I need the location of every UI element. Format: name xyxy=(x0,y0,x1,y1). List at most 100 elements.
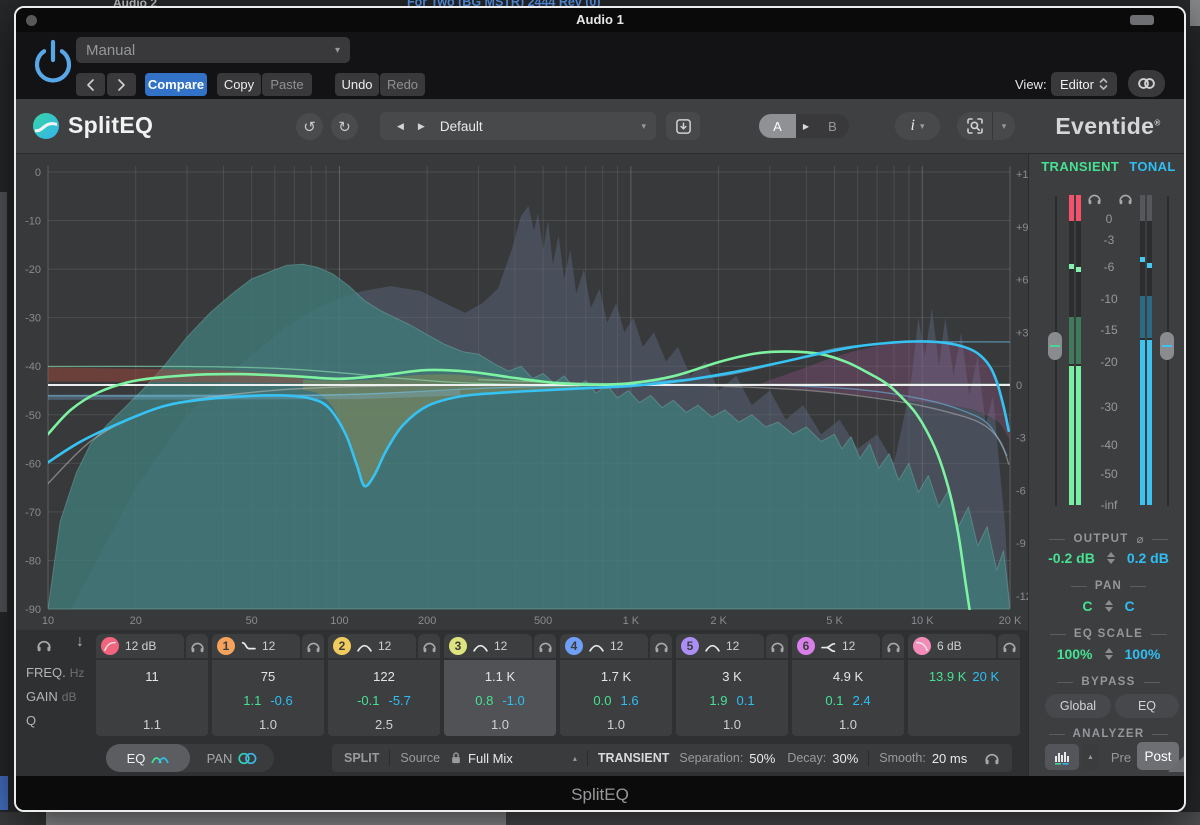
band-listen-button[interactable] xyxy=(882,634,904,658)
band-q-value[interactable]: 1.0 xyxy=(259,717,277,732)
band-freq-cell[interactable]: 3 K xyxy=(676,669,788,684)
band-slope-value[interactable]: 12 xyxy=(378,639,391,653)
band-freq-cell[interactable]: 13.9 K20 K xyxy=(908,669,1020,684)
band-column[interactable]: 1.1 K 0.8-1.0 1.0 xyxy=(444,660,556,736)
band-gain-transient[interactable]: -0.1 xyxy=(357,693,379,708)
pan-stepper[interactable] xyxy=(1105,600,1113,612)
power-icon[interactable] xyxy=(30,38,76,88)
save-preset-button[interactable] xyxy=(666,112,700,140)
band-slope-value[interactable]: 6 dB xyxy=(937,639,962,653)
undo-icon-button[interactable]: ↺ xyxy=(296,113,323,140)
zoom-frame-icon[interactable] xyxy=(957,112,993,140)
band-listen-button[interactable] xyxy=(186,634,208,658)
band-handle[interactable] xyxy=(101,637,119,655)
lock-icon[interactable] xyxy=(450,751,462,765)
band-pill[interactable]: 12 dB xyxy=(96,634,184,658)
global-listen-headphone-icon[interactable] xyxy=(36,638,52,652)
eq-graph[interactable]: 0-10-20-30-40-50-60-70-80-90+12+9+6+30-3… xyxy=(16,154,1028,630)
band-gain-cell[interactable]: 0.1 2.4 xyxy=(792,693,904,708)
ab-a-button[interactable]: A xyxy=(759,114,796,138)
output-tonal-value[interactable]: 0.2 dB xyxy=(1127,550,1169,566)
band-freq-value[interactable]: 75 xyxy=(261,669,275,684)
window-zoom-button[interactable]: ▾ xyxy=(957,112,1015,140)
band-slope-value[interactable]: 12 xyxy=(262,639,275,653)
band-slope-value[interactable]: 12 dB xyxy=(125,639,156,653)
band-gain-transient[interactable]: 0.8 xyxy=(475,693,493,708)
band-slope-value[interactable]: 12 xyxy=(610,639,623,653)
band-gain-cell[interactable] xyxy=(908,693,1020,708)
tonal-gain-slider-thumb[interactable] xyxy=(1160,332,1174,360)
band-pill[interactable]: 5 12 xyxy=(676,634,764,658)
band-gain-tonal[interactable]: -0.6 xyxy=(270,693,292,708)
band-freq-value[interactable]: 122 xyxy=(373,669,395,684)
analyzer-display-button[interactable] xyxy=(1045,744,1079,770)
band-gain-cell[interactable]: 1.9 0.1 xyxy=(676,693,788,708)
band-column[interactable]: 75 1.1 -0.6 1.0 xyxy=(212,660,324,736)
band-gain-tonal[interactable]: 2.4 xyxy=(853,693,871,708)
band-freq-value[interactable]: 4.9 K xyxy=(833,669,863,684)
band-q-value[interactable]: 1.0 xyxy=(723,717,741,732)
band-column[interactable]: 3 K 1.9 0.1 1.0 xyxy=(676,660,788,736)
band-gain-transient[interactable]: 1.1 xyxy=(243,693,261,708)
band-gain-tonal[interactable]: 0.1 xyxy=(737,693,755,708)
pan-view-tab[interactable]: PAN xyxy=(190,744,274,772)
band-handle[interactable]: 1 xyxy=(217,637,235,655)
ab-copy-arrow-button[interactable]: ▶ xyxy=(796,114,816,138)
eq-view-tab[interactable]: EQ xyxy=(106,744,190,772)
band-gain-transient[interactable]: 0.1 xyxy=(825,693,843,708)
info-button[interactable]: i ▾ xyxy=(895,112,940,140)
band-freq-value[interactable]: 11 xyxy=(145,669,159,684)
band-slope-value[interactable]: 12 xyxy=(494,639,507,653)
band-freq-transient[interactable]: 13.9 K xyxy=(929,669,967,684)
band-slope-value[interactable]: 12 xyxy=(842,639,855,653)
band-freq-cell[interactable]: 1.1 K xyxy=(444,669,556,684)
band-freq-cell[interactable]: 1.7 K xyxy=(560,669,672,684)
smooth-value[interactable]: 20 ms xyxy=(932,751,967,766)
band-q-cell[interactable]: 2.5 xyxy=(328,717,440,732)
resize-handle[interactable] xyxy=(1168,756,1184,772)
band-handle[interactable]: 6 xyxy=(797,637,815,655)
band-pill[interactable]: 1 12 xyxy=(212,634,300,658)
band-q-value[interactable]: 1.0 xyxy=(491,717,509,732)
window-titlebar[interactable]: Audio 1 xyxy=(16,8,1184,32)
band-handle[interactable]: 3 xyxy=(449,637,467,655)
preset-dropdown-icon[interactable]: ▾ xyxy=(641,121,646,132)
eq-scale-stepper[interactable] xyxy=(1105,648,1113,660)
band-q-value[interactable]: 1.1 xyxy=(143,717,161,732)
band-gain-transient[interactable]: 1.9 xyxy=(709,693,727,708)
analyzer-up-button[interactable]: ▲ xyxy=(1082,744,1099,770)
window-widget[interactable] xyxy=(1130,15,1154,25)
preset-prev-icon[interactable]: ◀ xyxy=(390,121,411,132)
band-q-value[interactable]: 2.5 xyxy=(375,717,393,732)
band-gain-cell[interactable]: -0.1-5.7 xyxy=(328,693,440,708)
collapse-arrow-icon[interactable]: ↓ xyxy=(76,633,84,651)
analyzer-pre-button[interactable]: Pre xyxy=(1105,744,1137,770)
band-q-value[interactable]: 1.0 xyxy=(607,717,625,732)
band-q-value[interactable]: 1.0 xyxy=(839,717,857,732)
automation-mode-select[interactable]: Manual ▾ xyxy=(76,37,350,63)
phase-invert-icon[interactable]: ⌀ xyxy=(1137,532,1144,546)
band-slope-value[interactable]: 12 xyxy=(726,639,739,653)
band-q-cell[interactable]: 1.0 xyxy=(212,717,324,732)
band-pill[interactable]: 3 12 xyxy=(444,634,532,658)
band-pill[interactable]: 6 dB xyxy=(908,634,996,658)
band-q-cell[interactable]: 1.0 xyxy=(444,717,556,732)
source-select[interactable]: Full Mix xyxy=(468,751,513,766)
copy-button[interactable]: Copy xyxy=(217,73,261,96)
paste-button[interactable]: Paste xyxy=(262,73,312,96)
band-gain-cell[interactable]: 1.1 -0.6 xyxy=(212,693,324,708)
band-column[interactable]: 122 -0.1-5.7 2.5 xyxy=(328,660,440,736)
eq-scale-transient-value[interactable]: 100% xyxy=(1057,646,1093,662)
band-freq-cell[interactable]: 11 xyxy=(96,669,208,684)
undo-button[interactable]: Undo xyxy=(335,73,379,96)
view-select[interactable]: Editor xyxy=(1051,72,1117,96)
band-column[interactable]: 4.9 K 0.1 2.4 1.0 xyxy=(792,660,904,736)
output-transient-value[interactable]: -0.2 dB xyxy=(1048,550,1095,566)
ab-b-button[interactable]: B xyxy=(816,114,849,138)
band-freq-cell[interactable]: 4.9 K xyxy=(792,669,904,684)
next-setting-button[interactable] xyxy=(107,73,136,96)
band-handle[interactable]: 5 xyxy=(681,637,699,655)
band-freq-value[interactable]: 3 K xyxy=(722,669,742,684)
preset-next-icon[interactable]: ▶ xyxy=(411,121,432,132)
band-listen-button[interactable] xyxy=(650,634,672,658)
